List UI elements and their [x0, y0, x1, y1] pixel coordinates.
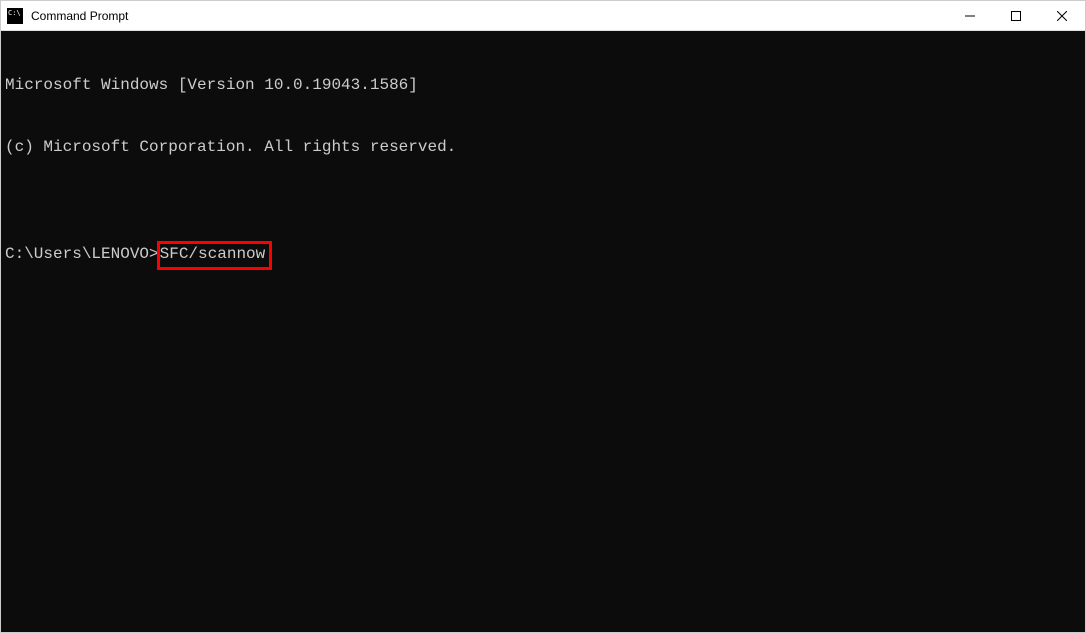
titlebar[interactable]: Command Prompt	[1, 1, 1085, 31]
command-highlight-box: SFC/scannow	[157, 241, 273, 270]
command-prompt-window: Command Prompt Microsoft Windows [Versio	[0, 0, 1086, 633]
maximize-button[interactable]	[993, 1, 1039, 30]
copyright-line: (c) Microsoft Corporation. All rights re…	[5, 137, 1081, 158]
prompt-line: C:\Users\LENOVO>SFC/scannow	[5, 241, 1081, 270]
close-button[interactable]	[1039, 1, 1085, 30]
cmd-icon	[7, 8, 23, 24]
prompt-path: C:\Users\LENOVO>	[5, 244, 159, 265]
minimize-icon	[965, 11, 975, 21]
maximize-icon	[1011, 11, 1021, 21]
typed-command: SFC/scannow	[160, 245, 266, 263]
window-controls	[947, 1, 1085, 30]
terminal-area[interactable]: Microsoft Windows [Version 10.0.19043.15…	[1, 31, 1085, 632]
close-icon	[1057, 11, 1067, 21]
minimize-button[interactable]	[947, 1, 993, 30]
window-title: Command Prompt	[31, 9, 947, 23]
version-line: Microsoft Windows [Version 10.0.19043.15…	[5, 75, 1081, 96]
